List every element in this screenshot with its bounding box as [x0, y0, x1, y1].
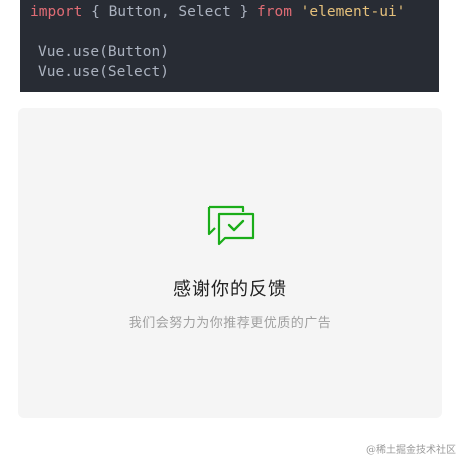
feedback-card: 感谢你的反馈 我们会努力为你推荐更优质的广告 — [18, 108, 442, 418]
feedback-title: 感谢你的反馈 — [173, 279, 287, 300]
code-line-import: import { Button, Select } from 'element-… — [30, 2, 405, 22]
code-snippet: import { Button, Select } from 'element-… — [20, 0, 439, 92]
chat-check-icon — [207, 205, 255, 246]
code-line-use-select: Vue.use(Select) — [38, 64, 169, 80]
code-import-names: { Button, Select } — [82, 4, 257, 20]
code-keyword-from: from — [257, 4, 292, 20]
code-keyword-import: import — [30, 4, 83, 20]
feedback-subtitle: 我们会努力为你推荐更优质的广告 — [128, 316, 332, 331]
watermark: @稀土掘金技术社区 — [366, 445, 456, 456]
code-module-string: 'element-ui' — [291, 4, 406, 20]
code-line-use-button: Vue.use(Button) — [38, 44, 169, 60]
